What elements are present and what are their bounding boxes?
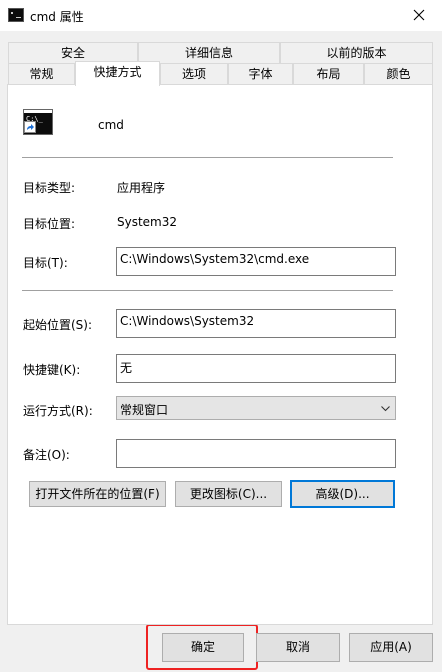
close-icon bbox=[413, 9, 425, 21]
hotkey-label: 快捷键(K): bbox=[23, 363, 81, 377]
highlight-box bbox=[146, 624, 258, 670]
apply-button[interactable]: 应用(A) bbox=[349, 633, 433, 662]
target-type-value: 应用程序 bbox=[117, 181, 166, 195]
change-icon-button[interactable]: 更改图标(C)... bbox=[175, 481, 282, 507]
target-field[interactable]: C:\Windows\System32\cmd.exe bbox=[116, 247, 396, 276]
shortcut-name: cmd bbox=[98, 118, 124, 132]
run-select-value: 常规窗口 bbox=[120, 403, 169, 417]
open-file-location-button[interactable]: 打开文件所在的位置(F) bbox=[29, 481, 166, 507]
window-title: cmd 属性 bbox=[30, 10, 84, 24]
cancel-button[interactable]: 取消 bbox=[256, 633, 340, 662]
divider bbox=[22, 290, 393, 291]
chevron-down-icon bbox=[381, 406, 390, 412]
tab-general[interactable]: 常规 bbox=[8, 63, 75, 85]
start-in-field[interactable]: C:\Windows\System32 bbox=[116, 309, 396, 338]
tab-previous-versions[interactable]: 以前的版本 bbox=[280, 42, 433, 64]
comment-label: 备注(O): bbox=[23, 448, 70, 462]
tab-shortcut[interactable]: 快捷方式 bbox=[75, 61, 160, 86]
tab-colors[interactable]: 颜色 bbox=[364, 63, 433, 85]
shortcut-arrow-icon bbox=[24, 121, 36, 133]
hotkey-field[interactable]: 无 bbox=[116, 354, 396, 383]
run-label: 运行方式(R): bbox=[23, 404, 93, 418]
target-location-label: 目标位置: bbox=[23, 217, 76, 231]
comment-field[interactable] bbox=[116, 439, 396, 468]
console-icon bbox=[8, 8, 24, 22]
target-label: 目标(T): bbox=[23, 256, 68, 270]
run-select[interactable]: 常规窗口 bbox=[116, 396, 396, 420]
title-bar: cmd 属性 bbox=[0, 0, 442, 31]
tab-layout[interactable]: 布局 bbox=[293, 63, 364, 85]
properties-window: cmd 属性 安全 详细信息 以前的版本 常规 快捷方式 选项 字体 布局 颜色… bbox=[0, 0, 442, 672]
target-type-label: 目标类型: bbox=[23, 181, 76, 195]
target-location-value: System32 bbox=[117, 215, 178, 229]
start-in-label: 起始位置(S): bbox=[23, 318, 93, 332]
tab-options[interactable]: 选项 bbox=[160, 63, 228, 85]
advanced-button[interactable]: 高级(D)... bbox=[290, 480, 395, 508]
divider bbox=[22, 157, 393, 158]
tab-font[interactable]: 字体 bbox=[228, 63, 293, 85]
close-button[interactable] bbox=[398, 0, 442, 31]
